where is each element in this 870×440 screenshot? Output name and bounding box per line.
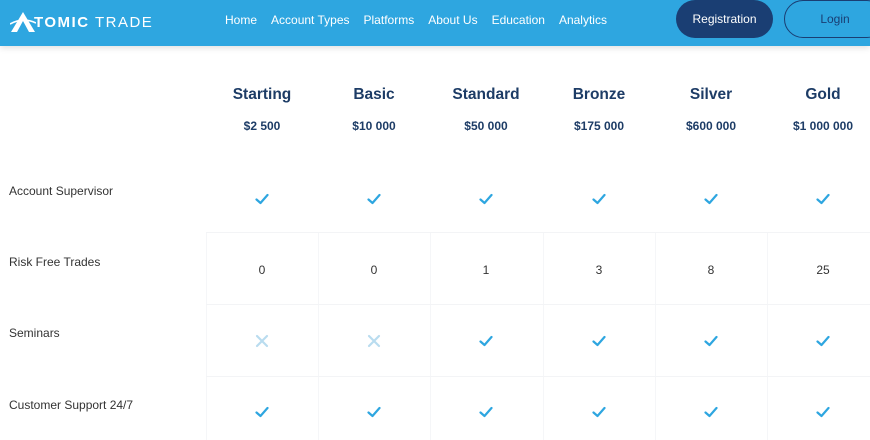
main-nav: Home Account Types Platforms About Us Ed…	[218, 0, 614, 40]
feature-cell	[655, 189, 767, 209]
feature-value: 25	[816, 263, 830, 277]
feature-cell	[206, 189, 318, 209]
checkmark-icon	[704, 335, 718, 347]
feature-cell	[318, 331, 430, 351]
checkmark-icon	[479, 193, 493, 205]
feature-cell	[543, 331, 655, 351]
feature-cell	[318, 189, 430, 209]
nav-platforms[interactable]: Platforms	[364, 13, 415, 27]
nav-analytics[interactable]: Analytics	[559, 13, 607, 27]
checkmark-icon	[816, 193, 830, 205]
checkmark-icon	[479, 335, 493, 347]
table-divider	[206, 304, 870, 305]
login-button[interactable]: Login	[784, 0, 870, 38]
plan-name-gold: Gold	[805, 86, 841, 103]
plan-name-starting: Starting	[232, 86, 292, 103]
plan-name-silver: Silver	[689, 86, 733, 103]
feature-value: 0	[370, 263, 378, 277]
plan-price-bronze: $175 000	[573, 119, 625, 133]
plan-name-bronze: Bronze	[572, 86, 626, 103]
feature-label-risk-free-trades: Risk Free Trades	[9, 255, 101, 269]
feature-cell	[767, 402, 870, 422]
feature-cell	[767, 331, 870, 351]
checkmark-icon	[255, 406, 269, 418]
feature-value: 3	[595, 263, 603, 277]
nav-home[interactable]: Home	[225, 13, 257, 27]
checkmark-icon	[592, 335, 606, 347]
brand-logo[interactable]: TOMIC TRADE	[10, 8, 153, 36]
cross-icon	[255, 334, 269, 348]
feature-label-account-supervisor: Account Supervisor	[9, 184, 114, 198]
table-divider	[206, 376, 870, 377]
feature-cell	[543, 189, 655, 209]
feature-cell	[430, 331, 542, 351]
plan-price-silver: $600 000	[685, 119, 737, 133]
brand-name: TOMIC TRADE	[34, 13, 154, 31]
checkmark-icon	[704, 406, 718, 418]
feature-cell	[655, 402, 767, 422]
feature-cell	[430, 402, 542, 422]
feature-cell	[318, 402, 430, 422]
feature-value: 0	[258, 263, 266, 277]
checkmark-icon	[479, 406, 493, 418]
feature-cell	[206, 402, 318, 422]
checkmark-icon	[367, 406, 381, 418]
nav-about-us[interactable]: About Us	[428, 13, 477, 27]
checkmark-icon	[816, 335, 830, 347]
plan-name-basic: Basic	[353, 86, 395, 103]
cross-icon	[367, 334, 381, 348]
feature-cell	[767, 189, 870, 209]
feature-label-seminars: Seminars	[9, 326, 60, 340]
plan-name-standard: Standard	[452, 86, 520, 103]
feature-value: 1	[482, 263, 490, 277]
top-header: TOMIC TRADE Home Account Types Platforms…	[0, 0, 870, 46]
atomic-logo-icon	[10, 12, 36, 32]
checkmark-icon	[367, 193, 381, 205]
table-divider	[206, 232, 870, 233]
feature-cell	[543, 402, 655, 422]
checkmark-icon	[592, 193, 606, 205]
feature-cell	[430, 189, 542, 209]
registration-button[interactable]: Registration	[676, 0, 773, 38]
plan-price-basic: $10 000	[352, 119, 396, 133]
feature-cell	[655, 331, 767, 351]
checkmark-icon	[592, 406, 606, 418]
feature-cell	[206, 331, 318, 351]
checkmark-icon	[816, 406, 830, 418]
plan-price-starting: $2 500	[243, 119, 281, 133]
feature-label-customer-support: Customer Support 24/7	[9, 398, 134, 412]
plan-price-gold: $1 000 000	[792, 119, 854, 133]
nav-education[interactable]: Education	[492, 13, 545, 27]
checkmark-icon	[704, 193, 718, 205]
feature-value: 8	[707, 263, 715, 277]
checkmark-icon	[255, 193, 269, 205]
nav-account-types[interactable]: Account Types	[271, 13, 350, 27]
plan-price-standard: $50 000	[464, 119, 508, 133]
